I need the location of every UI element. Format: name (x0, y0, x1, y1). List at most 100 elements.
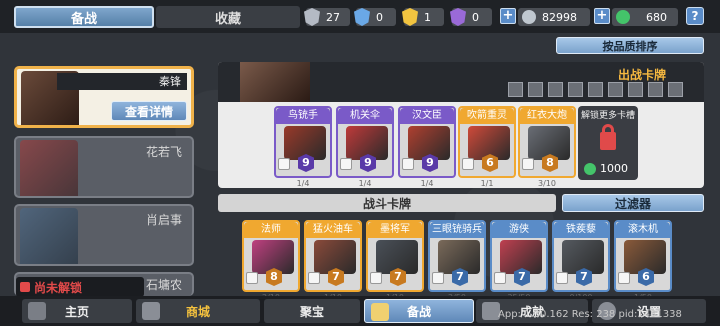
card-cost-icon (246, 272, 258, 284)
card-name: 机关伞 (338, 108, 392, 124)
unlock-slot[interactable]: 解锁更多卡槽 1000 (578, 106, 638, 180)
filter-icon-6[interactable] (608, 82, 623, 97)
battle-card[interactable]: 三眼铳骑兵72/50 (428, 220, 486, 302)
hero-item-xiaoqishi[interactable]: 肖启事 (14, 204, 194, 266)
battle-card[interactable]: 滚木机61/50 (614, 220, 672, 302)
hero-name: 花若飞 (145, 145, 182, 159)
card-count: 1/4 (296, 179, 310, 188)
card-name: 猛火油车 (306, 222, 360, 238)
unlock-slot-label: 解锁更多卡槽 (580, 111, 635, 121)
battle-card[interactable]: 墨将军71/10 (366, 220, 424, 302)
card-count: 1/1 (480, 179, 494, 188)
card-level: 7 (390, 268, 406, 286)
gold-shield-counter: 1 (402, 8, 444, 26)
filter-icon-5[interactable] (588, 82, 603, 97)
card-name: 三眼铳骑兵 (430, 222, 484, 238)
blue-shield-icon (354, 8, 370, 26)
help-button[interactable]: ? (686, 7, 704, 25)
card-cost-icon (308, 272, 320, 284)
card-name: 鸟铳手 (276, 108, 330, 124)
gold-shield-count: 1 (424, 10, 431, 24)
card-cost-icon (402, 158, 414, 170)
card-level: 7 (514, 268, 530, 286)
tab-collection[interactable]: 收藏 (156, 6, 300, 28)
filter-icon-8[interactable] (648, 82, 663, 97)
deck-hero-portrait (240, 62, 310, 102)
card-count: 3/10 (538, 179, 556, 188)
card-level: 7 (576, 268, 592, 286)
card-name: 游侠 (492, 222, 546, 238)
debug-info: App: 1.30.162 Res: 238 pid:1481338 (498, 309, 682, 320)
card-level: 8 (542, 154, 558, 172)
hero-name: 肖启事 (145, 213, 182, 227)
deck-card[interactable]: 红衣大炮 8 3/10 (518, 106, 576, 188)
filter-icon-3[interactable] (548, 82, 563, 97)
card-cost-icon (370, 272, 382, 284)
silver-coin-icon (522, 10, 536, 24)
card-cost-icon (462, 158, 474, 170)
card-cost-icon (494, 272, 506, 284)
filter-icon-9[interactable] (668, 82, 683, 97)
card-cost-icon (618, 272, 630, 284)
card-name: 红衣大炮 (520, 108, 574, 124)
locked-notice: 尚未解锁 (16, 277, 144, 297)
battle-card[interactable]: 铁蒺藜70/100 (552, 220, 610, 302)
add-silver-button[interactable]: + (500, 8, 516, 24)
silver-coin-count: 82998 (542, 10, 577, 24)
card-level: 6 (638, 268, 654, 286)
blue-shield-counter: 0 (354, 8, 396, 26)
silver-shield-icon (304, 8, 320, 26)
card-name: 滚木机 (616, 222, 670, 238)
card-icon (371, 303, 389, 321)
nav-treasure[interactable]: 聚宝 (264, 299, 360, 323)
silver-shield-count: 27 (326, 10, 340, 24)
view-details-button[interactable]: 查看详情 (111, 101, 187, 121)
card-name: 汉文臣 (400, 108, 454, 124)
deck-card[interactable]: 鸟铳手 9 1/4 (274, 106, 332, 188)
card-count: 1/4 (420, 179, 434, 188)
silver-shield-counter: 27 (304, 8, 350, 26)
nav-prepare[interactable]: 备战 (364, 299, 474, 323)
deck-card[interactable]: 汉文臣 9 1/4 (398, 106, 456, 188)
card-level: 8 (266, 268, 282, 286)
add-gem-button[interactable]: + (594, 8, 610, 24)
lock-icon (600, 132, 616, 150)
nav-home[interactable]: 主页 (22, 299, 132, 323)
card-name: 墨将军 (368, 222, 422, 238)
filter-icon-4[interactable] (568, 82, 583, 97)
unlock-price: 1000 (584, 162, 628, 175)
card-level: 9 (298, 154, 314, 172)
filter-icon-7[interactable] (628, 82, 643, 97)
card-level: 6 (482, 154, 498, 172)
hero-name: 秦锋 (57, 73, 187, 90)
battle-card[interactable]: 法师82/10 (242, 220, 300, 302)
card-name: 法师 (244, 222, 298, 238)
card-cost-icon (278, 158, 290, 170)
card-cost-icon (340, 158, 352, 170)
battle-card[interactable]: 猛火油车71/10 (304, 220, 362, 302)
deck-title: 出战卡牌 (618, 68, 667, 82)
deck-card[interactable]: 机关伞 9 1/4 (336, 106, 394, 188)
card-count: 1/4 (358, 179, 372, 188)
purple-shield-counter: 0 (450, 8, 492, 26)
sort-by-quality-button[interactable]: 按品质排序 (556, 37, 704, 54)
home-icon (28, 302, 46, 320)
purple-shield-icon (450, 8, 466, 26)
battle-card[interactable]: 游侠725/50 (490, 220, 548, 302)
card-level: 7 (328, 268, 344, 286)
deck-card[interactable]: 吹箭重灵 6 1/1 (458, 106, 516, 188)
tab-prepare[interactable]: 备战 (14, 6, 154, 28)
nav-shop[interactable]: 商城 (136, 299, 260, 323)
purple-shield-count: 0 (472, 10, 479, 24)
shop-icon (142, 302, 160, 320)
filter-icon-2[interactable] (528, 82, 543, 97)
card-cost-icon (522, 158, 534, 170)
filter-button[interactable]: 过滤器 (562, 194, 704, 212)
card-level: 7 (452, 268, 468, 286)
gem-count: 680 (646, 10, 667, 24)
hero-item-huaruofei[interactable]: 花若飞 (14, 136, 194, 198)
hero-item-qinfeng[interactable]: 秦锋 查看详情 (14, 66, 194, 128)
nav-shop-label: 商城 (185, 304, 210, 319)
silver-coin-counter: 82998 (518, 8, 590, 26)
filter-icon-1[interactable] (508, 82, 523, 97)
